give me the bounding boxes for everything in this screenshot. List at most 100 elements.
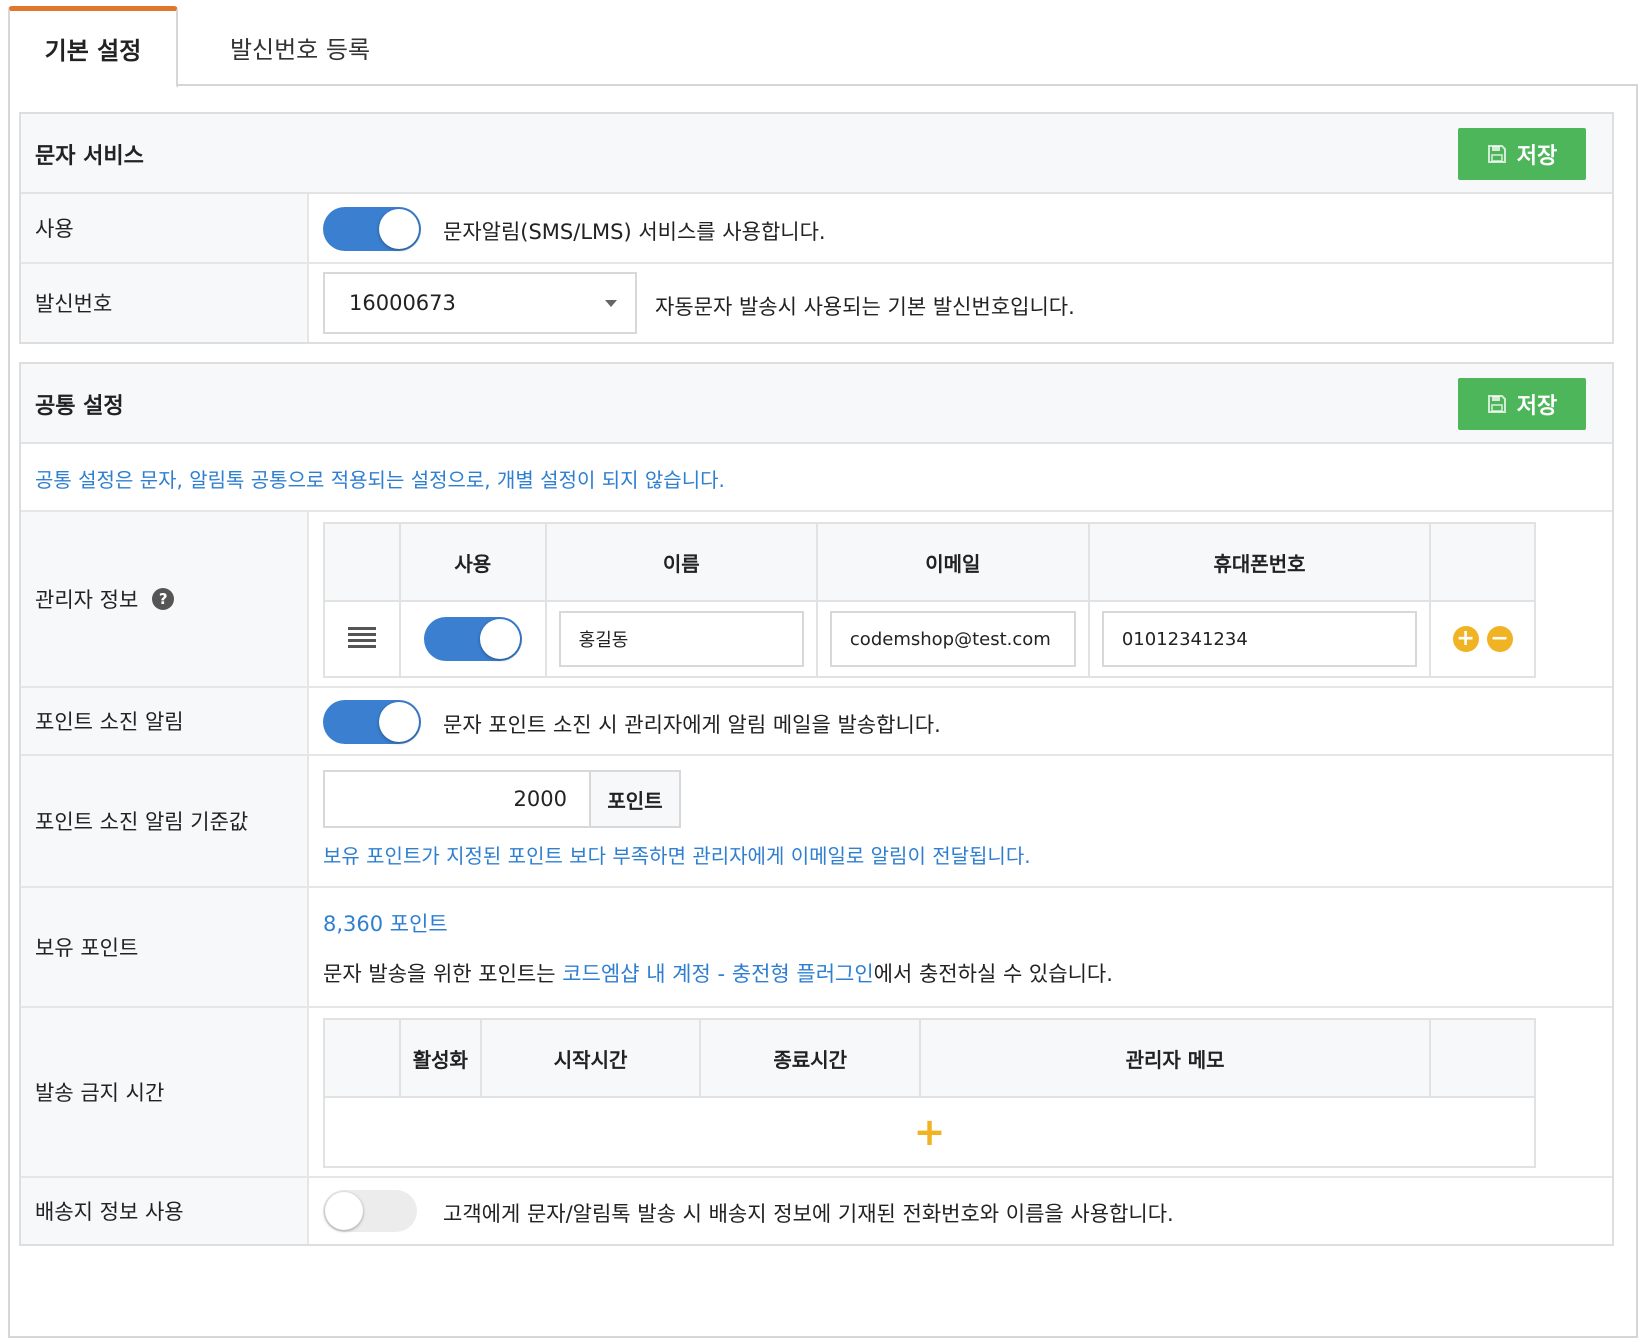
toggle-cell bbox=[398, 600, 547, 678]
caret-down-icon bbox=[605, 300, 617, 307]
toggle-knob bbox=[479, 619, 520, 659]
add-blackout-plus-icon[interactable]: + bbox=[914, 1110, 946, 1154]
add-row-icon[interactable]: + bbox=[1452, 626, 1479, 652]
phone-cell: 01012341234 bbox=[1087, 600, 1432, 678]
description-text: 문자 발송을 위한 포인트는 bbox=[323, 962, 563, 986]
row-label: 관리자 정보 ? bbox=[21, 512, 309, 686]
row-body: 8,360 포인트 문자 발송을 위한 포인트는 코드엠샵 내 계정 - 충전형… bbox=[309, 888, 1612, 1006]
row-sender-number: 발신번호 16000673 자동문자 발송시 사용되는 기본 발신번호입니다. bbox=[21, 264, 1612, 342]
owned-points-value: 8,360 포인트 bbox=[323, 912, 448, 936]
sender-number-select[interactable]: 16000673 bbox=[323, 272, 637, 334]
admin-use-toggle[interactable] bbox=[423, 617, 522, 661]
column-header: 활성화 bbox=[398, 1018, 482, 1098]
row-body: 사용 이름 이메일 휴대폰번호 홍길동 codemshop@test.com 0… bbox=[309, 512, 1612, 686]
tab-label: 발신번호 등록 bbox=[229, 35, 371, 64]
remove-row-icon[interactable]: − bbox=[1486, 626, 1513, 652]
point-threshold-help: 보유 포인트가 지정된 포인트 보다 부족하면 관리자에게 이메일로 알림이 전… bbox=[323, 844, 1031, 868]
column-header-actions bbox=[1429, 1018, 1536, 1098]
save-button[interactable]: 저장 bbox=[1458, 128, 1586, 180]
save-label: 저장 bbox=[1516, 144, 1558, 169]
row-body: 활성화 시작시간 종료시간 관리자 메모 + bbox=[309, 1008, 1612, 1176]
floppy-disk-icon bbox=[1487, 395, 1506, 413]
table-row: + bbox=[323, 1096, 1536, 1168]
question-circle-icon[interactable]: ? bbox=[152, 588, 175, 610]
row-blackout-time: 발송 금지 시간 활성화 시작시간 종료시간 관리자 메모 + bbox=[21, 1008, 1612, 1178]
common-settings-panel: 공통 설정 저장 공통 설정은 문자, 알림톡 공통으로 적용되는 설정으로, … bbox=[19, 362, 1614, 1246]
tab-label: 기본 설정 bbox=[44, 37, 142, 65]
floppy-disk-icon bbox=[1487, 145, 1506, 163]
column-header: 이메일 bbox=[815, 522, 1090, 602]
point-threshold-input[interactable]: 2000 bbox=[323, 770, 591, 828]
row-label: 배송지 정보 사용 bbox=[21, 1178, 309, 1244]
tab-sender-registration[interactable]: 발신번호 등록 bbox=[180, 6, 420, 88]
row-body: 2000 포인트 보유 포인트가 지정된 포인트 보다 부족하면 관리자에게 이… bbox=[309, 756, 1612, 886]
row-label: 포인트 소진 알림 기준값 bbox=[21, 756, 309, 886]
admin-table: 사용 이름 이메일 휴대폰번호 홍길동 codemshop@test.com 0… bbox=[323, 522, 1536, 678]
admin-info-label: 관리자 정보 bbox=[35, 588, 139, 612]
admin-name-input[interactable]: 홍길동 bbox=[558, 611, 804, 667]
column-header: 이름 bbox=[544, 522, 818, 602]
panel-header: 공통 설정 저장 bbox=[21, 364, 1612, 444]
table-row: 홍길동 codemshop@test.com 01012341234 + − bbox=[323, 600, 1536, 678]
row-body: 고객에게 문자/알림톡 발송 시 배송지 정보에 기재된 전화번호와 이름을 사… bbox=[309, 1178, 1612, 1244]
row-body: 문자알림(SMS/LMS) 서비스를 사용합니다. bbox=[309, 194, 1612, 262]
column-header: 시작시간 bbox=[479, 1018, 702, 1098]
toggle-knob bbox=[325, 1192, 363, 1230]
row-actions-cell: + − bbox=[1429, 600, 1536, 678]
shipping-info-toggle[interactable] bbox=[323, 1190, 417, 1232]
admin-email-input[interactable]: codemshop@test.com bbox=[829, 611, 1076, 667]
tab-basic-settings[interactable]: 기본 설정 bbox=[8, 6, 178, 88]
panel-header: 문자 서비스 저장 bbox=[21, 114, 1612, 194]
sender-number-description: 자동문자 발송시 사용되는 기본 발신번호입니다. bbox=[655, 295, 1075, 319]
point-alert-toggle[interactable] bbox=[323, 700, 421, 744]
save-label: 저장 bbox=[1516, 394, 1558, 419]
row-admin-info: 관리자 정보 ? 사용 이름 이메일 휴대폰번호 홍길동 codemshop@t… bbox=[21, 512, 1612, 688]
row-label: 포인트 소진 알림 bbox=[21, 688, 309, 754]
drag-handle-icon[interactable] bbox=[347, 626, 376, 648]
common-notice: 공통 설정은 문자, 알림톡 공통으로 적용되는 설정으로, 개별 설정이 되지… bbox=[35, 468, 725, 492]
row-owned-points: 보유 포인트 8,360 포인트 문자 발송을 위한 포인트는 코드엠샵 내 계… bbox=[21, 888, 1612, 1008]
sms-use-description: 문자알림(SMS/LMS) 서비스를 사용합니다. bbox=[443, 220, 826, 244]
point-unit-addon: 포인트 bbox=[589, 770, 681, 828]
sms-use-toggle[interactable] bbox=[323, 207, 421, 251]
admin-phone-input[interactable]: 01012341234 bbox=[1101, 611, 1418, 667]
column-header: 휴대폰번호 bbox=[1087, 522, 1432, 602]
table-header-row: 사용 이름 이메일 휴대폰번호 bbox=[323, 522, 1536, 602]
panel-title: 문자 서비스 bbox=[35, 144, 144, 169]
column-header: 관리자 메모 bbox=[919, 1018, 1432, 1098]
blackout-table: 활성화 시작시간 종료시간 관리자 메모 + bbox=[323, 1018, 1536, 1168]
sms-service-panel: 문자 서비스 저장 사용 문자알림(SMS/LMS) 서비스를 사용합니다. 발… bbox=[19, 112, 1614, 344]
column-header-handle bbox=[323, 1018, 401, 1098]
row-body: 16000673 자동문자 발송시 사용되는 기본 발신번호입니다. bbox=[309, 264, 1612, 342]
row-body: 문자 포인트 소진 시 관리자에게 알림 메일을 발송합니다. bbox=[309, 688, 1612, 754]
save-button[interactable]: 저장 bbox=[1458, 378, 1586, 430]
add-row-cell: + bbox=[323, 1096, 1536, 1168]
row-point-alert: 포인트 소진 알림 문자 포인트 소진 시 관리자에게 알림 메일을 발송합니다… bbox=[21, 688, 1612, 756]
row-point-threshold: 포인트 소진 알림 기준값 2000 포인트 보유 포인트가 지정된 포인트 보… bbox=[21, 756, 1612, 888]
tab-bar: 기본 설정 발신번호 등록 bbox=[8, 6, 1638, 88]
selected-value: 16000673 bbox=[349, 291, 456, 315]
owned-points-description: 문자 발송을 위한 포인트는 코드엠샵 내 계정 - 충전형 플러그인에서 충전… bbox=[323, 958, 1113, 988]
row-shipping-info: 배송지 정보 사용 고객에게 문자/알림톡 발송 시 배송지 정보에 기재된 전… bbox=[21, 1178, 1612, 1244]
column-header-actions bbox=[1429, 522, 1536, 602]
row-use: 사용 문자알림(SMS/LMS) 서비스를 사용합니다. bbox=[21, 194, 1612, 264]
recharge-plugin-link[interactable]: 코드엠샵 내 계정 - 충전형 플러그인 bbox=[562, 962, 873, 986]
row-label: 보유 포인트 bbox=[21, 888, 309, 1006]
column-header: 종료시간 bbox=[699, 1018, 922, 1098]
row-label: 사용 bbox=[21, 194, 309, 262]
row-label: 발송 금지 시간 bbox=[21, 1008, 309, 1176]
common-notice-row: 공통 설정은 문자, 알림톡 공통으로 적용되는 설정으로, 개별 설정이 되지… bbox=[21, 444, 1612, 512]
shipping-info-description: 고객에게 문자/알림톡 발송 시 배송지 정보에 기재된 전화번호와 이름을 사… bbox=[443, 1202, 1174, 1226]
description-text: 에서 충전하실 수 있습니다. bbox=[873, 962, 1113, 986]
toggle-knob bbox=[379, 209, 419, 249]
table-header-row: 활성화 시작시간 종료시간 관리자 메모 bbox=[323, 1018, 1536, 1098]
row-label: 발신번호 bbox=[21, 264, 309, 342]
point-alert-description: 문자 포인트 소진 시 관리자에게 알림 메일을 발송합니다. bbox=[443, 713, 941, 737]
email-cell: codemshop@test.com bbox=[815, 600, 1090, 678]
column-header-handle bbox=[323, 522, 401, 602]
column-header: 사용 bbox=[398, 522, 547, 602]
drag-handle-cell bbox=[323, 600, 401, 678]
toggle-knob bbox=[379, 702, 419, 742]
panel-title: 공통 설정 bbox=[35, 394, 124, 419]
name-cell: 홍길동 bbox=[544, 600, 818, 678]
